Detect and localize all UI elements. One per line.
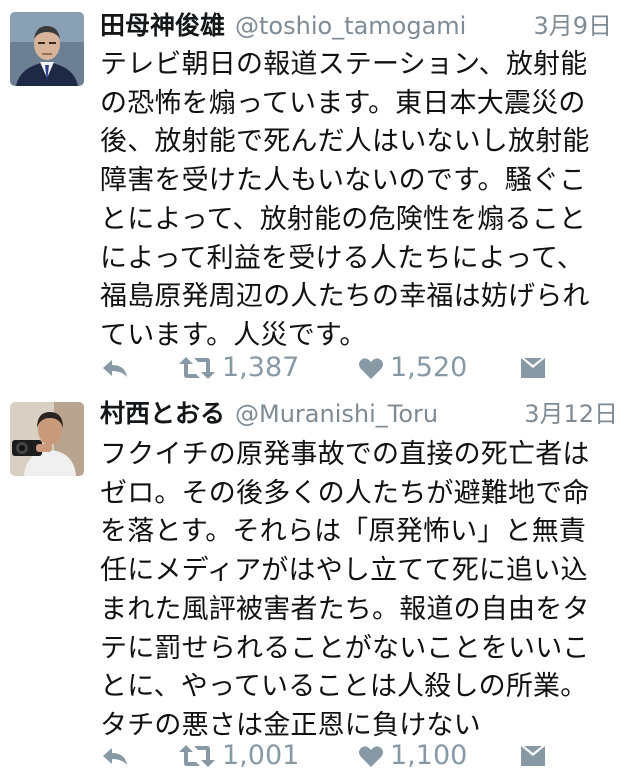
tweet-actions: 1,001 1,100: [100, 736, 600, 776]
tweet-text-line: 福島原発周辺の人たちの幸福は妨げられ: [100, 281, 590, 313]
tweet-text: フクイチの原発事故での直接の死亡者は ゼロ。その後多くの人たちが避難地で命 を落…: [100, 436, 620, 746]
tweet-actions: 1,387 1,520: [100, 348, 600, 388]
retweet-icon: [179, 357, 215, 379]
envelope-icon: [521, 358, 545, 378]
tweet-text-line: ゼロ。その後多くの人たちが避難地で命: [100, 477, 590, 509]
retweet-button[interactable]: 1,387: [178, 348, 299, 388]
tweet-text-line: 障害を受けた人もいないのです。騒ぐこ: [100, 165, 587, 197]
tweet-date[interactable]: 3月9日: [533, 8, 612, 44]
tweet-text: テレビ朝日の報道ステーション、放射能 の恐怖を煽っています。東日本大震災の 後、…: [100, 46, 620, 356]
tweet-text-line: フクイチの原発事故での直接の死亡者は: [100, 439, 590, 470]
like-count: 1,520: [390, 352, 468, 383]
retweet-count: 1,387: [222, 352, 300, 383]
tweet-text-line: テレビ朝日の報道ステーション、放射能: [100, 49, 588, 80]
heart-icon: [359, 746, 383, 767]
reply-button[interactable]: [100, 736, 130, 776]
direct-message-button[interactable]: [520, 348, 546, 388]
avatar-image: [10, 402, 84, 476]
like-button[interactable]: 1,100: [358, 736, 467, 776]
tweet-text-line: 後、放射能で死んだ人はいないし放射能: [100, 126, 590, 158]
heart-icon: [359, 358, 383, 379]
like-button[interactable]: 1,520: [358, 348, 467, 388]
user-handle[interactable]: @toshio_tamogami: [235, 12, 466, 40]
avatar[interactable]: [10, 12, 84, 86]
avatar[interactable]: [10, 402, 84, 476]
tweet-header: 村西とおる @Muranishi_Toru 3月12日: [100, 396, 620, 432]
retweet-icon: [179, 745, 215, 767]
tweet-date[interactable]: 3月12日: [524, 396, 618, 432]
display-name[interactable]: 村西とおる: [100, 399, 225, 428]
tweet-text-line: 任にメディアがはやし立てて死に追い込: [100, 555, 588, 587]
tweet: 田母神俊雄 @toshio_tamogami 3月9日 テレビ朝日の報道ステーショ…: [0, 0, 640, 392]
tweet-text-line: とによって、放射能の危険性を煽ること: [100, 203, 587, 235]
tweet-text-line: とに、やっていることは人殺しの所業。: [100, 671, 588, 703]
reply-arrow-icon: [103, 360, 127, 377]
tweet-text-line: を落とす。それらは「原発怖い」と無責: [100, 516, 587, 548]
tweet-text-line: の恐怖を煽っています。東日本大震災の: [100, 87, 586, 119]
retweet-count: 1,001: [222, 740, 300, 771]
tweet-text-line: によって利益を受ける人たちによって、: [100, 242, 584, 274]
reply-button[interactable]: [100, 348, 130, 388]
tweet: 村西とおる @Muranishi_Toru 3月12日 フクイチの原発事故での直接…: [0, 392, 640, 780]
tweet-text-line: テに罰せられることがないことをいいこ: [100, 632, 590, 664]
user-handle[interactable]: @Muranishi_Toru: [235, 400, 438, 428]
tweet-text-line: まれた風評被害者たち。報道の自由をタ: [100, 593, 590, 625]
reply-arrow-icon: [103, 748, 127, 765]
tweet-header: 田母神俊雄 @toshio_tamogami 3月9日: [100, 8, 620, 44]
envelope-icon: [521, 746, 545, 766]
retweet-button[interactable]: 1,001: [178, 736, 299, 776]
avatar-image: [10, 12, 84, 86]
display-name[interactable]: 田母神俊雄: [100, 11, 225, 40]
like-count: 1,100: [390, 740, 468, 771]
direct-message-button[interactable]: [520, 736, 546, 776]
